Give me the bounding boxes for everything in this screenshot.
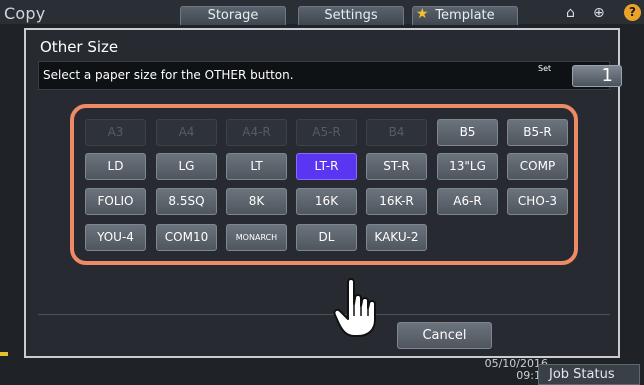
paper-size-button[interactable]: A6-R [437,188,498,215]
status-indicator [0,352,8,356]
paper-size-button[interactable]: FOLIO [85,188,146,215]
paper-size-button[interactable]: LD [85,153,146,180]
dialog-title: Other Size [40,38,119,56]
paper-size-button[interactable]: ST-R [366,153,427,180]
tab-settings[interactable]: Settings [298,6,404,25]
paper-size-button[interactable]: MONARCH [226,224,287,251]
other-size-dialog: Other Size Select a paper size for the O… [24,28,622,358]
set-label: Set [538,64,552,73]
paper-size-button[interactable]: 16K [296,188,357,215]
paper-size-button[interactable]: YOU-4 [85,224,146,251]
paper-size-button[interactable]: KAKU-2 [366,224,427,251]
home-icon[interactable]: ⌂ [566,5,575,21]
paper-size-button[interactable]: B5-R [507,119,568,146]
paper-size-button[interactable]: B5 [437,119,498,146]
set-count: 1 [572,65,622,87]
paper-size-button[interactable]: 8K [226,188,287,215]
star-icon: ★ [416,6,429,22]
paper-size-button: A4-R [226,119,287,146]
paper-size-button: A5-R [296,119,357,146]
job-status-button[interactable]: Job Status [538,364,640,385]
paper-size-button[interactable]: 8.5SQ [156,188,217,215]
paper-size-button[interactable]: DL [296,224,357,251]
app-title: Copy [4,4,46,23]
paper-size-button[interactable]: COM10 [156,224,217,251]
paper-size-button[interactable]: LT-R [296,153,357,180]
paper-size-button: B4 [366,119,427,146]
instruction-text: Select a paper size for the OTHER button… [43,68,294,82]
divider [38,314,610,315]
instruction-bar: Select a paper size for the OTHER button… [38,61,622,90]
paper-size-button[interactable]: CHO-3 [507,188,568,215]
paper-size-button[interactable]: 16K-R [366,188,427,215]
paper-size-button[interactable]: COMP [507,153,568,180]
paper-size-button: A4 [156,119,217,146]
tab-storage[interactable]: Storage [180,6,286,25]
paper-size-button: A3 [85,119,146,146]
paper-size-button[interactable]: LG [156,153,217,180]
help-icon[interactable]: ? [624,4,641,21]
pointing-hand-icon [333,278,376,337]
globe-icon[interactable]: ⊕ [593,5,605,21]
cancel-button[interactable]: Cancel [397,322,492,349]
paper-size-button[interactable]: LT [226,153,287,180]
paper-size-button[interactable]: 13"LG [437,153,498,180]
